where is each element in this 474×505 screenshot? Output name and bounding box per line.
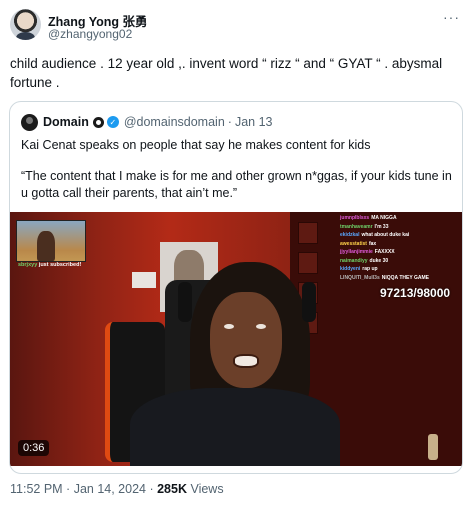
chat-message: jjyyllanjimmie FAXXXX [340,248,458,257]
meta-separator: · [62,482,74,496]
quoted-tweet-header: Domain ✓ @domainsdomain · Jan 13 [43,115,272,129]
verified-badge-icon: ✓ [106,116,119,128]
tweet-date[interactable]: Jan 14, 2024 [74,482,146,496]
chat-message: kiddyeni rap up [340,265,458,274]
sub-goal-counter: 97213/98000 [380,286,451,300]
chat-username: ekidzkal [340,232,360,238]
author-handle[interactable]: @zhangyong02 [48,27,132,41]
author-avatar[interactable] [10,9,41,40]
headphones-right [302,282,316,322]
chat-username: awesstatist [340,240,367,247]
quoted-tweet-quote: “The content that I make is for me and o… [21,169,452,200]
views-label: Views [186,482,224,496]
quoted-tweet-text: Kai Cenat speaks on people that say he m… [21,138,371,152]
sub-alert-user: sbrjxyy [18,262,38,268]
chat-text: NIQQA THEY GAME [381,274,429,281]
sub-alert-person [37,231,55,261]
chat-username: jumnplblsxs [340,215,370,221]
chat-text: MA NIGGA [371,215,397,221]
meta-separator: · [145,482,158,496]
chat-username: tmanhaveamr [340,223,373,230]
quoted-author-name[interactable]: Domain [43,115,89,129]
streamer-eye [224,324,234,329]
chat-text: rap up [362,266,378,272]
more-options-icon[interactable]: ··· [443,9,460,25]
sub-alert-image [16,220,86,262]
chat-text: FAXXXX [374,249,395,255]
video-player[interactable]: sbrjxyy just subscribed! jumnplblsxs MA N… [10,212,462,466]
views-count: 285K [157,482,187,496]
wall-sign [132,272,156,288]
shelf-item [298,222,318,244]
quoted-author-handle[interactable]: @domainsdomain [124,115,225,129]
video-duration: 0:36 [18,440,50,456]
quoted-tweet-date[interactable]: Jan 13 [235,115,273,129]
chat-username: naimandiyy [340,257,368,264]
chat-username: kiddyeni [340,266,361,272]
chat-text: what about duke kai [361,232,410,238]
chat-message: jumnplblsxs MA NIGGA [340,214,458,223]
chat-message: LINQUITI_Mull3s NIQQA THEY GAME [340,274,458,283]
tweet-meta: 11:52 PM · Jan 14, 2024 · 285K Views [10,482,224,496]
tweet-time[interactable]: 11:52 PM [10,482,63,496]
chat-text: duke 30 [369,257,389,264]
chat-message: naimandiyy duke 30 [340,257,458,266]
streamer-eye [256,324,266,329]
streamer-mouth [233,354,259,368]
headphones-left [178,282,192,322]
chat-text: fax [368,240,377,247]
sub-alert-caption: sbrjxyy just subscribed! [18,262,81,268]
affiliate-badge-icon [92,116,104,128]
chat-message: awesstatist fax [340,240,458,249]
chat-text: I'm 33 [374,223,389,230]
quoted-tweet[interactable]: Domain ✓ @domainsdomain · Jan 13 Kai Cen… [9,101,463,474]
sub-alert-message: just subscribed! [37,262,82,268]
stream-chat: jumnplblsxs MA NIGGA tmanhaveamr I'm 33 ekid… [340,214,458,282]
chat-username: jjyyllanjimmie [340,249,373,255]
desk-figure [428,434,438,460]
chat-username: LINQUITI_Mull3s [340,274,380,281]
chat-message: tmanhaveamr I'm 33 [340,223,458,232]
separator-dot: · [227,115,232,129]
tweet-text: child audience . 12 year old ,. invent w… [10,56,443,90]
chat-message: ekidzkal what about duke kai [340,231,458,240]
tweet-card: Zhang Yong 张勇 @zhangyong02 ··· child aud… [0,0,474,505]
quoted-author-avatar[interactable] [21,114,38,131]
shelf-item [298,252,318,274]
streamer-hoodie [130,388,340,466]
streamer-face [210,292,282,388]
